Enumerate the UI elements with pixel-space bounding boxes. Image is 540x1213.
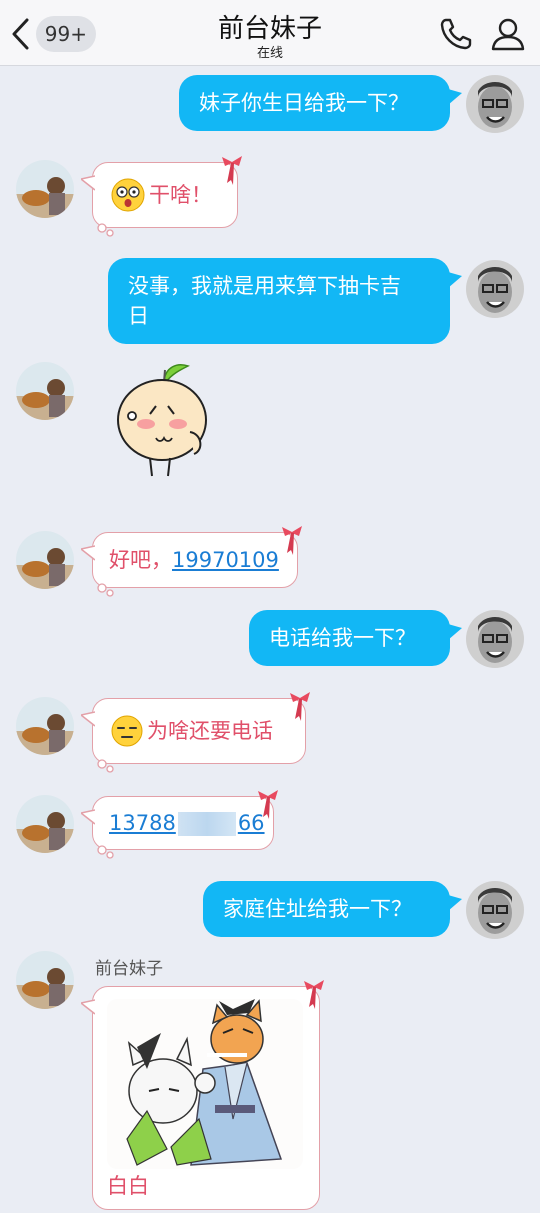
- message-bubble-her[interactable]: 为啥还要电话: [81, 692, 310, 773]
- my-avatar[interactable]: [466, 610, 524, 668]
- message-text-line: 没事，我就是用来算下抽卡吉: [128, 274, 401, 298]
- message-bubble-her[interactable]: 13788 66: [81, 790, 278, 859]
- call-button[interactable]: [436, 14, 476, 54]
- her-avatar[interactable]: [16, 531, 74, 589]
- chat-header: 99+ 前台妹子 在线: [0, 0, 540, 66]
- message-text: 妹子你生日给我一下？: [199, 91, 409, 115]
- message-text: 家庭住址给我一下？: [223, 897, 412, 921]
- her-avatar[interactable]: [16, 951, 74, 1009]
- image-caption: 白白: [107, 1174, 149, 1198]
- her-avatar[interactable]: [16, 697, 74, 755]
- ribbon-bow-icon: [290, 692, 310, 721]
- message-text: 电话给我一下？: [269, 626, 416, 650]
- unread-badge: 99+: [35, 16, 96, 52]
- her-avatar[interactable]: [16, 160, 74, 218]
- message-text: 好吧，: [109, 548, 172, 572]
- message-text: 为啥还要电话: [147, 719, 273, 743]
- online-status: 在线: [256, 46, 283, 61]
- my-avatar[interactable]: [466, 75, 524, 133]
- shy-orange-sticker[interactable]: [110, 358, 220, 482]
- my-avatar[interactable]: [466, 260, 524, 318]
- redacted-digits: [177, 812, 236, 836]
- smug-face-icon: [111, 715, 143, 747]
- message-text: 干啥！: [149, 183, 212, 207]
- message-bubble-me[interactable]: 家庭住址给我一下？: [203, 881, 462, 937]
- person-icon: [491, 18, 525, 51]
- her-avatar[interactable]: [16, 795, 74, 853]
- message-bubble-her[interactable]: 白白: [81, 980, 324, 1210]
- chat-title: 前台妹子: [217, 14, 322, 44]
- shocked-face-icon: [111, 178, 145, 212]
- phone-number-start: 13788: [109, 811, 176, 835]
- message-bubble-me[interactable]: 妹子你生日给我一下？: [179, 75, 462, 131]
- profile-button[interactable]: [488, 14, 528, 54]
- message-text-line: 日: [128, 304, 149, 328]
- my-avatar[interactable]: [466, 881, 524, 939]
- sender-name: 前台妹子: [95, 959, 163, 979]
- message-bubble-her[interactable]: 干啥！: [81, 156, 242, 237]
- message-bubble-me[interactable]: 没事，我就是用来算下抽卡吉 日: [108, 258, 462, 344]
- ribbon-bow-icon: [222, 156, 242, 185]
- chevron-left-icon: [6, 14, 34, 54]
- ribbon-bow-icon: [258, 790, 278, 819]
- message-bubble-her[interactable]: 好吧， 19970109: [81, 526, 302, 597]
- ribbon-bow-icon: [304, 980, 324, 1009]
- phone-icon: [440, 18, 472, 50]
- back-button[interactable]: 99+: [6, 14, 96, 54]
- her-avatar[interactable]: [16, 362, 74, 420]
- message-bubble-me[interactable]: 电话给我一下？: [249, 610, 462, 666]
- cartoon-cats-image[interactable]: [107, 999, 303, 1169]
- birthday-link[interactable]: 19970109: [172, 545, 279, 575]
- phone-number-link[interactable]: 13788 66: [109, 808, 265, 838]
- ribbon-bow-icon: [282, 526, 302, 555]
